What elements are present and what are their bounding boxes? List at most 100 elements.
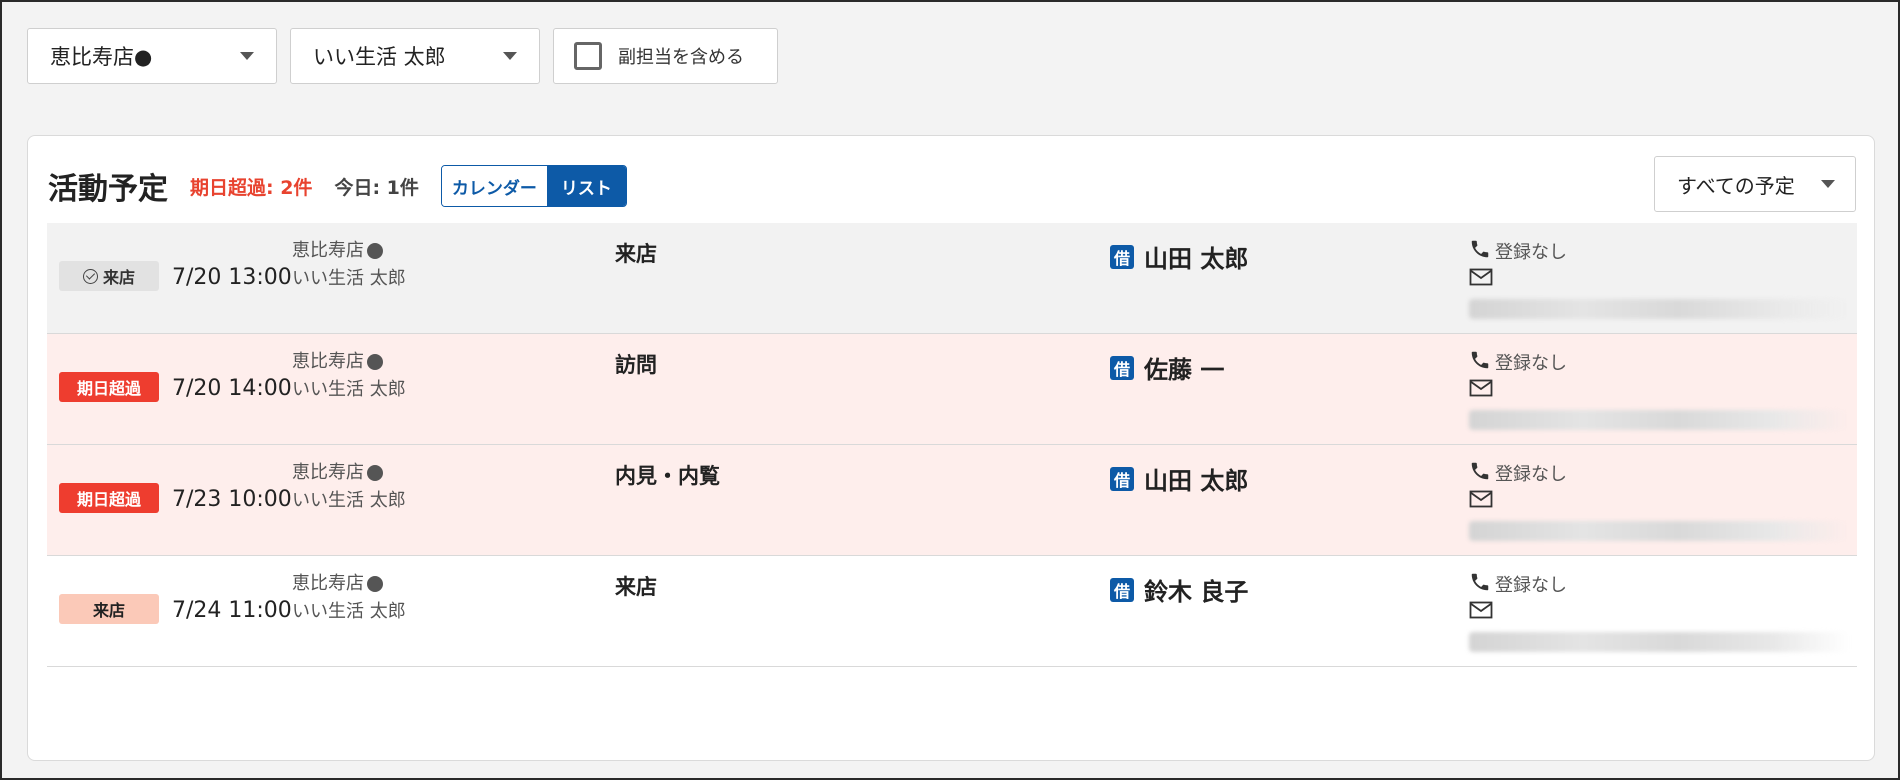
- shop-name: 恵比寿店: [292, 462, 364, 483]
- activity-location: 恵比寿店 いい生活 太郎: [292, 459, 406, 515]
- staff-name: いい生活 太郎: [292, 601, 406, 622]
- dot-icon: [367, 576, 383, 592]
- phone-value: 登録なし: [1495, 464, 1567, 485]
- email-redacted: [1469, 632, 1849, 652]
- email-redacted: [1469, 299, 1849, 319]
- filter-bar: 恵比寿店● いい生活 太郎 副担当を含める: [27, 28, 778, 84]
- activity-type: 内見・内覧: [615, 464, 720, 488]
- check-circle-icon: [82, 268, 98, 284]
- email-line: [1469, 376, 1849, 404]
- customer-name-link[interactable]: 佐藤 一: [1144, 350, 1224, 385]
- phone-line: 登録なし: [1469, 459, 1849, 487]
- customer: 借 佐藤 一: [1110, 350, 1224, 385]
- list-item[interactable]: 期日超過 7/23 10:00 恵比寿店 いい生活 太郎 内見・内覧 借 山田 …: [47, 445, 1857, 556]
- today-count: 今日: 1件: [334, 176, 419, 199]
- activity-list: 来店 7/20 13:00 恵比寿店 いい生活 太郎 来店 借 山田 太郎 登録…: [47, 223, 1857, 667]
- status-badge: 期日超過: [59, 372, 159, 402]
- dot-icon: [367, 243, 383, 259]
- calendar-view-button[interactable]: カレンダー: [441, 166, 547, 206]
- email-line: [1469, 265, 1849, 293]
- status-badge: 来店: [59, 261, 159, 291]
- customer: 借 山田 太郎: [1110, 239, 1248, 274]
- checkbox-box[interactable]: [574, 42, 602, 70]
- overdue-count: 期日超過: 2件: [190, 176, 313, 199]
- activity-datetime: 7/24 11:00: [172, 598, 292, 623]
- phone-icon: [1469, 238, 1491, 265]
- dot-icon: [367, 465, 383, 481]
- shop-line: 恵比寿店: [292, 237, 406, 265]
- rent-tag: 借: [1110, 577, 1134, 602]
- shop-select-value: 恵比寿店●: [50, 45, 153, 69]
- staff-select[interactable]: いい生活 太郎: [290, 28, 540, 84]
- phone-value: 登録なし: [1495, 353, 1567, 374]
- phone-value: 登録なし: [1495, 575, 1567, 596]
- list-item[interactable]: 来店 7/20 13:00 恵比寿店 いい生活 太郎 来店 借 山田 太郎 登録…: [47, 223, 1857, 334]
- panel-header: 活動予定 期日超過: 2件 今日: 1件 カレンダー リスト: [48, 164, 627, 208]
- shop-name: 恵比寿店: [292, 573, 364, 594]
- phone-line: 登録なし: [1469, 237, 1849, 265]
- page-title: 活動予定: [48, 172, 168, 207]
- staff-name: いい生活 太郎: [292, 268, 406, 289]
- activity-datetime: 7/20 13:00: [172, 265, 292, 290]
- activity-panel: 活動予定 期日超過: 2件 今日: 1件 カレンダー リスト すべての予定 来店…: [27, 135, 1875, 761]
- email-redacted: [1469, 410, 1849, 430]
- list-item[interactable]: 来店 7/24 11:00 恵比寿店 いい生活 太郎 来店 借 鈴木 良子 登録…: [47, 556, 1857, 667]
- mail-icon: [1469, 601, 1493, 624]
- customer: 借 鈴木 良子: [1110, 572, 1248, 607]
- mail-icon: [1469, 379, 1493, 402]
- activity-type: 来店: [615, 575, 657, 599]
- phone-line: 登録なし: [1469, 570, 1849, 598]
- customer: 借 山田 太郎: [1110, 461, 1248, 496]
- staff-name: いい生活 太郎: [292, 490, 406, 511]
- shop-select[interactable]: 恵比寿店●: [27, 28, 277, 84]
- phone-value: 登録なし: [1495, 242, 1567, 263]
- customer-contact: 登録なし: [1469, 237, 1849, 319]
- shop-name: 恵比寿店: [292, 351, 364, 372]
- phone-icon: [1469, 571, 1491, 598]
- shop-line: 恵比寿店: [292, 459, 406, 487]
- activity-type: 訪問: [615, 353, 657, 377]
- shop-name: 恵比寿店: [292, 240, 364, 261]
- dot-icon: [367, 354, 383, 370]
- activity-location: 恵比寿店 いい生活 太郎: [292, 237, 406, 293]
- activity-type: 来店: [615, 242, 657, 266]
- chevron-down-icon: [503, 52, 517, 60]
- shop-line: 恵比寿店: [292, 570, 406, 598]
- customer-contact: 登録なし: [1469, 348, 1849, 430]
- email-line: [1469, 598, 1849, 626]
- activity-location: 恵比寿店 いい生活 太郎: [292, 348, 406, 404]
- include-sub-checkbox[interactable]: 副担当を含める: [553, 28, 778, 84]
- status-badge: 来店: [59, 594, 159, 624]
- include-sub-label: 副担当を含める: [618, 47, 744, 68]
- customer-name-link[interactable]: 山田 太郎: [1144, 239, 1248, 274]
- rent-tag: 借: [1110, 355, 1134, 380]
- chevron-down-icon: [240, 52, 254, 60]
- status-badge-label: 来店: [102, 268, 135, 287]
- status-badge-label: 期日超過: [76, 379, 141, 398]
- email-redacted: [1469, 521, 1849, 541]
- list-item[interactable]: 期日超過 7/20 14:00 恵比寿店 いい生活 太郎 訪問 借 佐藤 一 登…: [47, 334, 1857, 445]
- mail-icon: [1469, 268, 1493, 291]
- customer-name-link[interactable]: 鈴木 良子: [1144, 572, 1248, 607]
- status-badge: 期日超過: [59, 483, 159, 513]
- rent-tag: 借: [1110, 244, 1134, 269]
- shop-line: 恵比寿店: [292, 348, 406, 376]
- schedule-filter-select[interactable]: すべての予定: [1654, 156, 1856, 212]
- staff-select-value: いい生活 太郎: [313, 45, 446, 69]
- list-view-button[interactable]: リスト: [546, 166, 626, 206]
- status-badge-label: 来店: [92, 601, 125, 620]
- email-line: [1469, 487, 1849, 515]
- staff-name: いい生活 太郎: [292, 379, 406, 400]
- mail-icon: [1469, 490, 1493, 513]
- customer-name-link[interactable]: 山田 太郎: [1144, 461, 1248, 496]
- phone-icon: [1469, 460, 1491, 487]
- activity-datetime: 7/20 14:00: [172, 376, 292, 401]
- customer-contact: 登録なし: [1469, 570, 1849, 652]
- activity-datetime: 7/23 10:00: [172, 487, 292, 512]
- chevron-down-icon: [1821, 180, 1835, 188]
- schedule-filter-value: すべての予定: [1677, 173, 1795, 198]
- rent-tag: 借: [1110, 466, 1134, 491]
- customer-contact: 登録なし: [1469, 459, 1849, 541]
- status-badge-label: 期日超過: [76, 490, 141, 509]
- phone-line: 登録なし: [1469, 348, 1849, 376]
